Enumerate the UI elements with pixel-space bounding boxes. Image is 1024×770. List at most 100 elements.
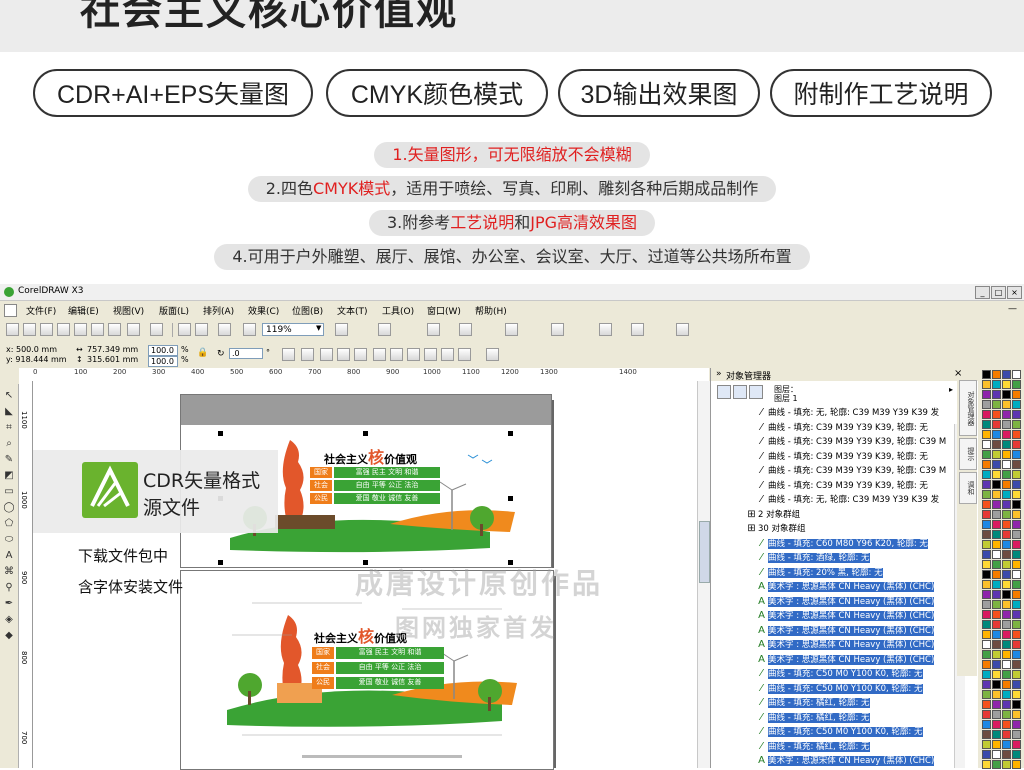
maximize-button[interactable]: □ (991, 286, 1006, 299)
color-swatch[interactable] (1002, 690, 1011, 699)
copy-icon[interactable] (91, 323, 104, 336)
basic-shapes-icon[interactable]: ⬭ (3, 534, 15, 546)
color-swatch[interactable] (1012, 530, 1021, 539)
color-swatch[interactable] (1012, 520, 1021, 529)
layer-manager-icon[interactable] (749, 385, 763, 399)
group-icon[interactable] (320, 348, 333, 361)
menu-arrange[interactable]: 排列(A) (203, 304, 234, 317)
ungroup-icon[interactable] (337, 348, 350, 361)
color-swatch[interactable] (1012, 650, 1021, 659)
color-swatch[interactable] (982, 570, 991, 579)
color-swatch[interactable] (992, 740, 1001, 749)
color-swatch[interactable] (1002, 420, 1011, 429)
color-swatch[interactable] (1012, 500, 1021, 509)
color-swatch[interactable] (1002, 730, 1011, 739)
color-swatch[interactable] (1002, 520, 1011, 529)
lock-icon[interactable] (551, 323, 564, 336)
color-swatch[interactable] (982, 490, 991, 499)
doc-close-icon[interactable]: — (1008, 304, 1017, 314)
outline-tool-icon[interactable]: ✒ (3, 598, 15, 610)
menu-text[interactable]: 文本(T) (337, 304, 368, 317)
color-swatch[interactable] (1002, 590, 1011, 599)
color-swatch[interactable] (1002, 670, 1011, 679)
fill-tool-icon[interactable]: ◈ (3, 614, 15, 626)
color-swatch[interactable] (1002, 710, 1011, 719)
menu-view[interactable]: 视图(V) (113, 304, 144, 317)
color-swatch[interactable] (1012, 460, 1021, 469)
color-swatch[interactable] (1002, 650, 1011, 659)
selection-handle[interactable] (363, 431, 368, 436)
color-swatch[interactable] (982, 470, 991, 479)
weld-icon[interactable] (373, 348, 386, 361)
color-swatch[interactable] (982, 650, 991, 659)
color-swatch[interactable] (992, 690, 1001, 699)
color-swatch[interactable] (1002, 370, 1011, 379)
color-swatch[interactable] (992, 720, 1001, 729)
ungroup-all-icon[interactable] (354, 348, 367, 361)
color-swatch[interactable] (1002, 720, 1011, 729)
x-position[interactable]: x: 500.0 mm (6, 345, 57, 355)
color-swatch[interactable] (982, 550, 991, 559)
color-swatch[interactable] (1002, 480, 1011, 489)
close-button[interactable]: × (1007, 286, 1022, 299)
color-swatch[interactable] (1002, 640, 1011, 649)
mirror-vertical-icon[interactable] (301, 348, 314, 361)
color-swatch[interactable] (1002, 740, 1011, 749)
vertical-scrollbar[interactable] (697, 381, 710, 768)
color-swatch[interactable] (982, 560, 991, 569)
y-position[interactable]: y: 918.444 mm (6, 355, 67, 365)
color-swatch[interactable] (1012, 560, 1021, 569)
color-swatch[interactable] (982, 750, 991, 759)
color-swatch[interactable] (1012, 480, 1021, 489)
color-swatch[interactable] (992, 550, 1001, 559)
color-swatch[interactable] (982, 460, 991, 469)
color-swatch[interactable] (1002, 610, 1011, 619)
color-swatch[interactable] (1012, 400, 1021, 409)
color-swatch[interactable] (992, 580, 1001, 589)
color-swatch[interactable] (1012, 420, 1021, 429)
menu-file[interactable]: 文件(F) (26, 304, 56, 317)
color-swatch[interactable] (1012, 570, 1021, 579)
color-swatch[interactable] (982, 730, 991, 739)
color-swatch[interactable] (1012, 490, 1021, 499)
app-launcher-icon[interactable] (218, 323, 231, 336)
color-swatch[interactable] (992, 500, 1001, 509)
crop-tool-icon[interactable]: ⌗ (3, 422, 15, 434)
layers-icon[interactable] (676, 323, 689, 336)
color-swatch[interactable] (992, 400, 1001, 409)
color-swatch[interactable] (982, 700, 991, 709)
color-swatch[interactable] (982, 500, 991, 509)
color-swatch[interactable] (982, 380, 991, 389)
polygon-tool-icon[interactable]: ⬠ (3, 518, 15, 530)
trim-icon[interactable] (390, 348, 403, 361)
color-swatch[interactable] (1002, 530, 1011, 539)
scale-x-field[interactable]: 100.0 (148, 345, 178, 356)
eyedropper-tool-icon[interactable]: ⚲ (3, 582, 15, 594)
ellipse-tool-icon[interactable]: ◯ (3, 502, 15, 514)
menu-window[interactable]: 窗口(W) (427, 304, 461, 317)
menu-edit[interactable]: 编辑(E) (68, 304, 99, 317)
color-swatch[interactable] (982, 370, 991, 379)
color-swatch[interactable] (1012, 580, 1021, 589)
color-swatch[interactable] (1012, 510, 1021, 519)
color-swatch[interactable] (992, 630, 1001, 639)
color-swatch[interactable] (1002, 540, 1011, 549)
color-swatch[interactable] (1002, 620, 1011, 629)
chevron-down-icon[interactable]: ▼ (316, 324, 321, 332)
color-swatch[interactable] (992, 380, 1001, 389)
color-swatch[interactable] (1012, 470, 1021, 479)
color-swatch[interactable] (1002, 400, 1011, 409)
object-width[interactable]: 757.349 mm (87, 345, 138, 355)
menu-help[interactable]: 帮助(H) (475, 304, 507, 317)
object-list-item[interactable]: ⊞ 2 对象群组 (711, 508, 987, 523)
color-swatch[interactable] (1002, 500, 1011, 509)
align-icon[interactable] (486, 348, 499, 361)
welcome-icon[interactable] (505, 323, 518, 336)
color-swatch[interactable] (992, 480, 1001, 489)
color-swatch[interactable] (982, 630, 991, 639)
lock-ratio-icon[interactable]: 🔒 (197, 348, 208, 358)
color-swatch[interactable] (1012, 390, 1021, 399)
color-swatch[interactable] (982, 740, 991, 749)
color-swatch[interactable] (1012, 640, 1021, 649)
color-swatch[interactable] (1002, 630, 1011, 639)
